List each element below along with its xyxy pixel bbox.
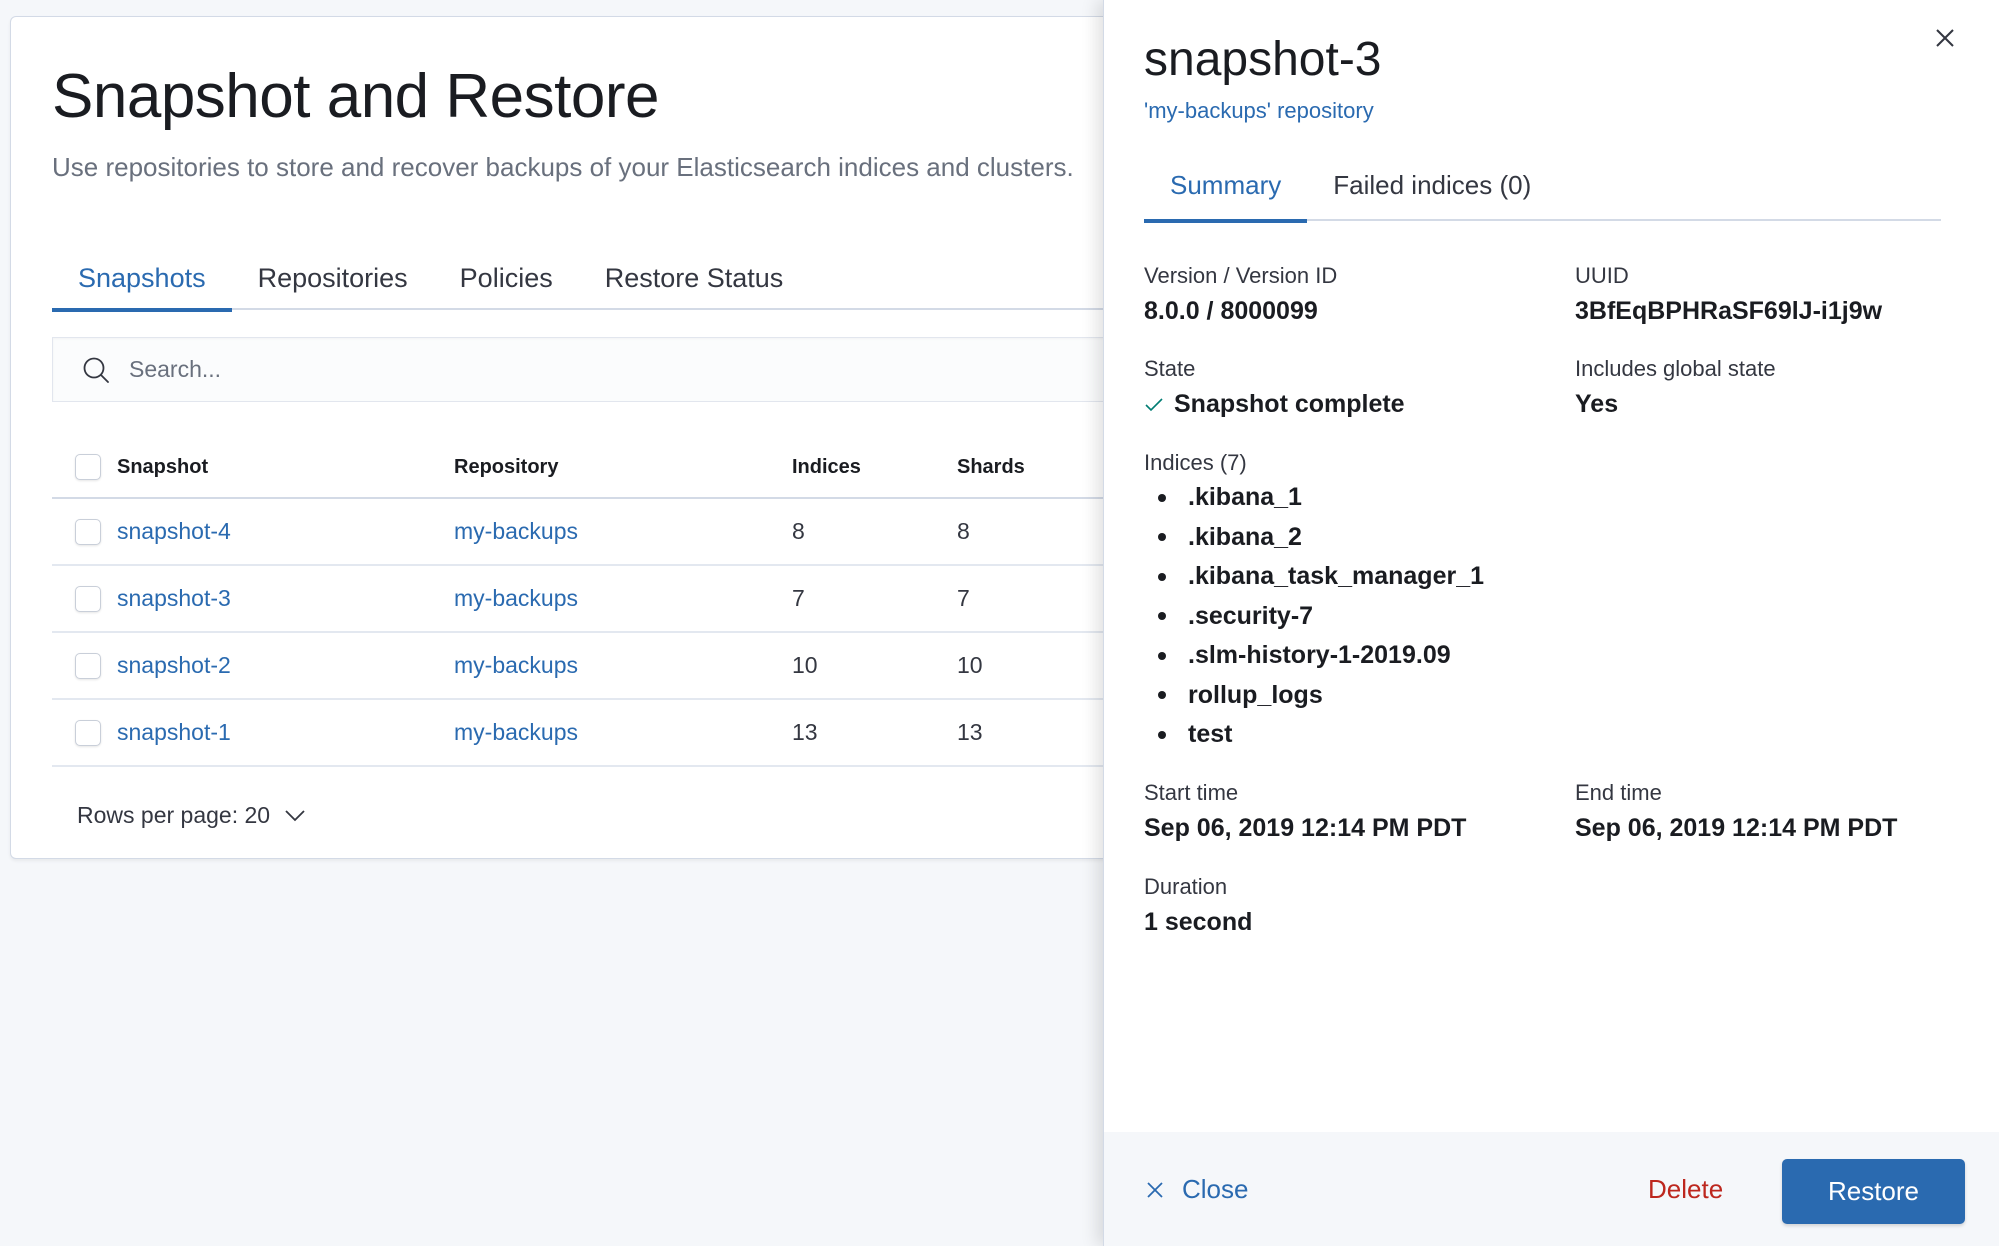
indices-count: 13 <box>792 719 818 745</box>
snapshots-table: Snapshot Repository Indices Shards snaps… <box>52 437 1212 767</box>
flyout-footer: Close Delete Restore <box>1104 1132 1999 1246</box>
close-icon[interactable] <box>1933 26 1957 50</box>
indices-count: 8 <box>792 518 805 544</box>
row-checkbox[interactable] <box>75 518 101 545</box>
tab-policies[interactable]: Policies <box>434 247 579 310</box>
rows-per-page-selector[interactable]: Rows per page: 20 <box>77 802 306 829</box>
field-label: State <box>1144 356 1196 381</box>
close-button[interactable]: Close <box>1146 1174 1248 1205</box>
tab-repositories[interactable]: Repositories <box>232 247 434 310</box>
close-label: Close <box>1182 1174 1249 1204</box>
list-item: .kibana_2 <box>1144 518 1484 558</box>
chevron-down-icon <box>285 809 305 821</box>
tab-restore-status[interactable]: Restore Status <box>579 247 810 310</box>
list-item: .security-7 <box>1144 597 1484 637</box>
table-row: snapshot-2 my-backups 10 10 <box>52 633 1212 700</box>
field-value: Snapshot complete <box>1144 390 1405 419</box>
page-title: Snapshot and Restore <box>52 62 659 131</box>
table-header: Snapshot Repository Indices Shards <box>52 437 1212 499</box>
row-checkbox[interactable] <box>75 585 101 612</box>
field-value: Sep 06, 2019 12:14 PM PDT <box>1575 814 1898 842</box>
tab-snapshots[interactable]: Snapshots <box>52 247 232 312</box>
list-item: .slm-history-1-2019.09 <box>1144 636 1484 676</box>
field-label: UUID <box>1575 263 1629 288</box>
snapshot-details-flyout: snapshot-3 'my-backups' repository Summa… <box>1103 0 1999 1246</box>
select-all-checkbox[interactable] <box>75 454 101 480</box>
repository-link[interactable]: my-backups <box>454 518 792 545</box>
flyout-tabs: Summary Failed indices (0) <box>1144 150 1941 223</box>
field-duration: Duration 1 second <box>1144 874 1252 937</box>
list-item: rollup_logs <box>1144 676 1484 716</box>
field-label: Duration <box>1144 874 1228 899</box>
state-text: Snapshot complete <box>1174 390 1405 418</box>
field-version: Version / Version ID 8.0.0 / 8000099 <box>1144 263 1337 326</box>
search-input[interactable] <box>129 356 1029 383</box>
field-state: State Snapshot complete <box>1144 356 1405 419</box>
tab-failed-indices[interactable]: Failed indices (0) <box>1307 150 1557 221</box>
field-value: 8.0.0 / 8000099 <box>1144 297 1318 325</box>
snapshot-link[interactable]: snapshot-1 <box>117 719 454 746</box>
flyout-title: snapshot-3 <box>1144 33 1382 86</box>
field-end-time: End time Sep 06, 2019 12:14 PM PDT <box>1575 780 1897 843</box>
main-panel: Snapshot and Restore Use repositories to… <box>10 16 1212 859</box>
search-icon <box>83 357 109 383</box>
main-tabs: Snapshots Repositories Policies Restore … <box>52 247 1212 312</box>
rows-per-page-label: Rows per page: 20 <box>77 802 271 828</box>
snapshot-link[interactable]: snapshot-4 <box>117 518 454 545</box>
indices-list: .kibana_1 .kibana_2 .kibana_task_manager… <box>1144 478 1484 755</box>
check-icon <box>1145 397 1163 411</box>
column-header-repository[interactable]: Repository <box>454 456 792 479</box>
field-value: Yes <box>1575 390 1619 418</box>
field-label: Indices (7) <box>1144 450 1247 475</box>
row-checkbox[interactable] <box>75 652 101 679</box>
indices-count: 10 <box>792 652 818 678</box>
close-icon <box>1147 1181 1163 1198</box>
repository-link[interactable]: my-backups <box>454 652 792 679</box>
field-value: Sep 06, 2019 12:14 PM PDT <box>1144 814 1467 842</box>
table-row: snapshot-4 my-backups 8 8 <box>52 499 1212 566</box>
search-bar <box>52 337 1212 402</box>
snapshot-link[interactable]: snapshot-3 <box>117 585 454 612</box>
field-label: Includes global state <box>1575 356 1776 381</box>
list-item: .kibana_task_manager_1 <box>1144 557 1484 597</box>
table-row: snapshot-3 my-backups 7 7 <box>52 566 1212 633</box>
field-label: Version / Version ID <box>1144 263 1338 288</box>
column-header-snapshot[interactable]: Snapshot <box>117 456 454 479</box>
field-value: 3BfEqBPHRaSF69lJ-i1j9w <box>1575 297 1883 325</box>
field-label: Start time <box>1144 780 1239 805</box>
column-header-indices[interactable]: Indices <box>792 456 957 479</box>
list-item: test <box>1144 715 1484 755</box>
field-indices: Indices (7) .kibana_1 .kibana_2 .kibana_… <box>1144 450 1484 755</box>
snapshot-link[interactable]: snapshot-2 <box>117 652 454 679</box>
repository-link[interactable]: my-backups <box>454 585 792 612</box>
field-value: 1 second <box>1144 908 1253 936</box>
page-description: Use repositories to store and recover ba… <box>52 152 1074 182</box>
repository-link[interactable]: my-backups <box>454 719 792 746</box>
table-row: snapshot-1 my-backups 13 13 <box>52 700 1212 767</box>
tab-summary[interactable]: Summary <box>1144 150 1308 223</box>
row-checkbox[interactable] <box>75 719 101 746</box>
indices-count: 7 <box>792 585 805 611</box>
field-global-state: Includes global state Yes <box>1575 356 1776 419</box>
repository-link[interactable]: 'my-backups' repository <box>1144 98 1374 124</box>
field-uuid: UUID 3BfEqBPHRaSF69lJ-i1j9w <box>1575 263 1882 326</box>
restore-button[interactable]: Restore <box>1782 1159 1965 1224</box>
field-start-time: Start time Sep 06, 2019 12:14 PM PDT <box>1144 780 1466 843</box>
list-item: .kibana_1 <box>1144 478 1484 518</box>
field-label: End time <box>1575 780 1662 805</box>
delete-button[interactable]: Delete <box>1648 1174 1723 1205</box>
